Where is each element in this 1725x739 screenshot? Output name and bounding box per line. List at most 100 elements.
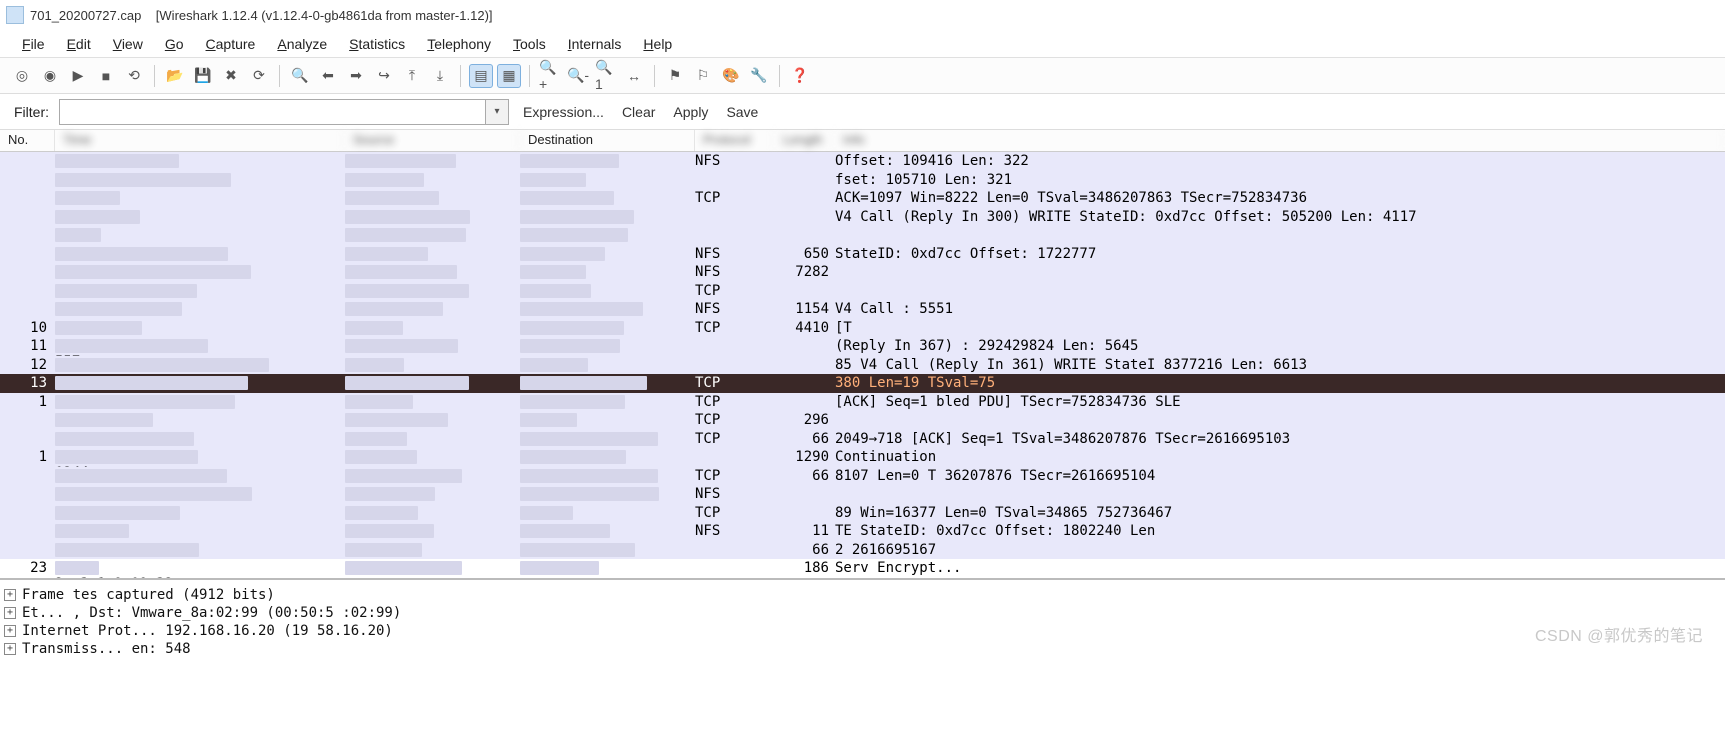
packet-row[interactable]: 10TCP4410[T xyxy=(0,319,1725,338)
filter-input[interactable] xyxy=(59,99,485,125)
col-destination[interactable]: Destination xyxy=(520,130,695,151)
toolbar-separator xyxy=(154,65,155,87)
packet-list-body[interactable]: NFS Offset: 109416 Len: 322 fset: 105710… xyxy=(0,152,1725,578)
menu-statistics[interactable]: Statistics xyxy=(339,33,415,55)
detail-tree-row[interactable]: +Frame tes captured (4912 bits) xyxy=(4,586,1721,604)
options-icon[interactable]: ◉ xyxy=(38,64,62,88)
expand-icon[interactable]: + xyxy=(4,625,16,637)
open-icon[interactable]: 📂 xyxy=(163,64,187,88)
stop-capture-icon[interactable]: ■ xyxy=(94,64,118,88)
packet-details-pane[interactable]: +Frame tes captured (4912 bits)+Et... , … xyxy=(0,578,1725,660)
start-capture-icon[interactable]: ▶ xyxy=(66,64,90,88)
menu-bar: FileEditViewGoCaptureAnalyzeStatisticsTe… xyxy=(0,30,1725,58)
packet-row[interactable]: NFS650 StateID: 0xd7cc Offset: 1722777 xyxy=(0,245,1725,264)
detail-tree-row[interactable]: +Et... , Dst: Vmware_8a:02:99 (00:50:5 :… xyxy=(4,604,1721,622)
packet-row[interactable]: TCP xyxy=(0,282,1725,301)
expand-icon[interactable]: + xyxy=(4,589,16,601)
menu-edit[interactable]: Edit xyxy=(57,33,101,55)
packet-row[interactable]: NFS Offset: 109416 Len: 322 xyxy=(0,152,1725,171)
packet-row[interactable]: TCP 89 Win=16377 Len=0 TSval=34865 75273… xyxy=(0,504,1725,523)
close-icon[interactable]: ✖ xyxy=(219,64,243,88)
packet-list-header: No. Time Source Destination Protocol Len… xyxy=(0,130,1725,152)
packet-row[interactable]: TCP296 xyxy=(0,411,1725,430)
toolbar-separator xyxy=(779,65,780,87)
interfaces-icon[interactable]: ◎ xyxy=(10,64,34,88)
filter-apply-link[interactable]: Apply xyxy=(669,102,712,122)
filter-bar: Filter: ▾ Expression... Clear Apply Save xyxy=(0,94,1725,130)
packet-row[interactable]: TCP662049→718 [ACK] Seq=1 TSval=34862078… xyxy=(0,430,1725,449)
menu-capture[interactable]: Capture xyxy=(196,33,266,55)
col-protocol[interactable]: Protocol xyxy=(695,130,775,151)
packet-row[interactable]: NFS1154V4 Call : 5551 xyxy=(0,300,1725,319)
menu-tools[interactable]: Tools xyxy=(503,33,556,55)
expand-icon[interactable]: + xyxy=(4,607,16,619)
toolbar-separator xyxy=(279,65,280,87)
back-icon[interactable]: ⬅ xyxy=(316,64,340,88)
packet-row[interactable]: NFS xyxy=(0,485,1725,504)
packet-row[interactable]: 12 00 85 V4 Call (Reply In 361) WRITE St… xyxy=(0,356,1725,375)
main-toolbar: ◎◉▶■⟲ 📂💾✖⟳ 🔍⬅➡↪⤒⤓ ▤▦ 🔍+🔍-🔍1↔ ⚑⚐🎨🔧 ❓ xyxy=(0,58,1725,94)
packet-row[interactable]: V4 Call (Reply In 300) WRITE StateID: 0x… xyxy=(0,208,1725,227)
forward-icon[interactable]: ➡ xyxy=(344,64,368,88)
zoom-in-icon[interactable]: 🔍+ xyxy=(538,64,562,88)
first-icon[interactable]: ⤒ xyxy=(400,64,424,88)
col-info[interactable]: Info xyxy=(835,130,1725,151)
filter-dropdown-button[interactable]: ▾ xyxy=(485,99,509,125)
display-filters-icon[interactable]: ⚐ xyxy=(691,64,715,88)
resize-cols-icon[interactable]: ↔ xyxy=(622,64,646,88)
filter-expression-link[interactable]: Expression... xyxy=(519,102,608,122)
packet-row[interactable]: fset: 105710 Len: 321 xyxy=(0,171,1725,190)
help-icon[interactable]: ❓ xyxy=(788,64,812,88)
col-no[interactable]: No. xyxy=(0,130,55,151)
packet-row[interactable]: NFS7282 xyxy=(0,263,1725,282)
zoom-out-icon[interactable]: 🔍- xyxy=(566,64,590,88)
capture-filters-icon[interactable]: ⚑ xyxy=(663,64,687,88)
detail-tree-row[interactable]: +Internet Prot... 192.168.16.20 (19 58.1… xyxy=(4,622,1721,640)
col-source[interactable]: Source xyxy=(345,130,520,151)
preferences-icon[interactable]: 🔧 xyxy=(747,64,771,88)
menu-telephony[interactable]: Telephony xyxy=(417,33,501,55)
auto-scroll-icon[interactable]: ▦ xyxy=(497,64,521,88)
menu-go[interactable]: Go xyxy=(155,33,194,55)
menu-help[interactable]: Help xyxy=(633,33,682,55)
toolbar-separator xyxy=(654,65,655,87)
packet-row[interactable]: 1 02441290Continuation xyxy=(0,448,1725,467)
menu-internals[interactable]: Internals xyxy=(558,33,632,55)
coloring-rules-icon[interactable]: 🎨 xyxy=(719,64,743,88)
packet-row[interactable]: 1TCP [ACK] Seq=1 bled PDU] TSecr=7528347… xyxy=(0,393,1725,412)
toolbar-separator xyxy=(460,65,461,87)
packet-row[interactable]: TCP66 8107 Len=0 T 36207876 TSecr=261669… xyxy=(0,467,1725,486)
packet-row[interactable]: TCP ACK=1097 Win=8222 Len=0 TSval=348620… xyxy=(0,189,1725,208)
filter-save-link[interactable]: Save xyxy=(722,102,762,122)
packet-row[interactable]: NFS11 TE StateID: 0xd7cc Offset: 1802240… xyxy=(0,522,1725,541)
goto-icon[interactable]: ↪ xyxy=(372,64,396,88)
file-name: 701_20200727.cap xyxy=(30,8,141,23)
colorize-icon[interactable]: ▤ xyxy=(469,64,493,88)
col-length[interactable]: Length xyxy=(775,130,835,151)
app-icon xyxy=(6,6,24,24)
menu-view[interactable]: View xyxy=(103,33,153,55)
packet-row[interactable]: 11 557 (Reply In 367) : 292429824 Len: 5… xyxy=(0,337,1725,356)
packet-row[interactable]: 13TCP 380 Len=19 TSval=75 xyxy=(0,374,1725,393)
window-title: 701_20200727.cap [Wireshark 1.12.4 (v1.1… xyxy=(30,8,493,23)
app-name: [Wireshark 1.12.4 (v1.12.4-0-gb4861da fr… xyxy=(156,8,493,23)
reload-icon[interactable]: ⟳ xyxy=(247,64,271,88)
packet-row[interactable] xyxy=(0,226,1725,245)
restart-capture-icon[interactable]: ⟲ xyxy=(122,64,146,88)
last-icon[interactable]: ⤓ xyxy=(428,64,452,88)
save-icon[interactable]: 💾 xyxy=(191,64,215,88)
packet-row[interactable]: 662 2616695167 xyxy=(0,541,1725,560)
detail-tree-row[interactable]: +Transmiss... en: 548 xyxy=(4,640,1721,658)
packet-list-pane: No. Time Source Destination Protocol Len… xyxy=(0,130,1725,578)
find-icon[interactable]: 🔍 xyxy=(288,64,312,88)
title-bar: 701_20200727.cap [Wireshark 1.12.4 (v1.1… xyxy=(0,0,1725,30)
filter-label: Filter: xyxy=(14,104,49,120)
menu-analyze[interactable]: Analyze xyxy=(267,33,337,55)
menu-file[interactable]: File xyxy=(12,33,55,55)
filter-clear-link[interactable]: Clear xyxy=(618,102,659,122)
packet-row[interactable]: 23 2 .3-1 9 09:32. ..186Serv Encrypt... xyxy=(0,559,1725,578)
zoom-reset-icon[interactable]: 🔍1 xyxy=(594,64,618,88)
toolbar-separator xyxy=(529,65,530,87)
expand-icon[interactable]: + xyxy=(4,643,16,655)
col-time[interactable]: Time xyxy=(55,130,345,151)
